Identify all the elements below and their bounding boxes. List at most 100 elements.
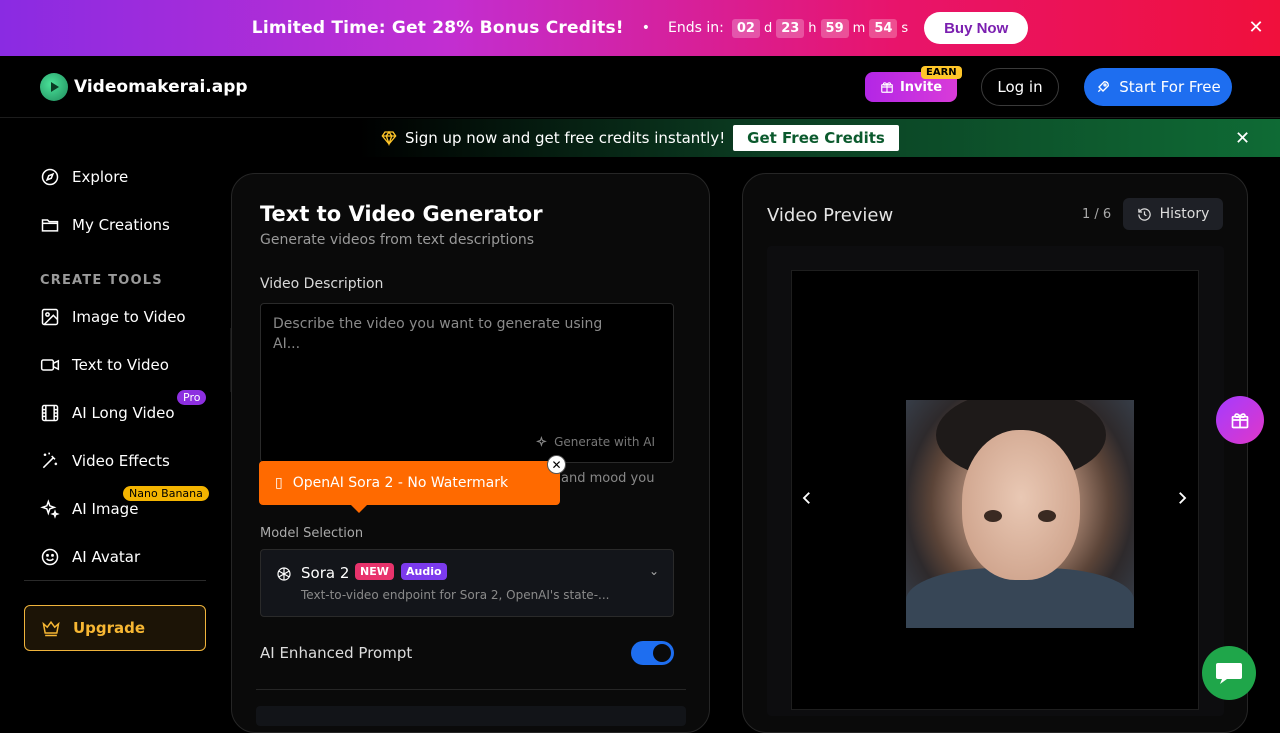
sidebar-item-label: My Creations bbox=[72, 216, 170, 234]
sidebar-item-ai-avatar[interactable]: AI Avatar bbox=[40, 547, 140, 567]
sidebar-divider bbox=[24, 580, 206, 581]
compass-icon bbox=[41, 168, 59, 186]
signup-banner: Sign up now and get free credits instant… bbox=[0, 119, 1280, 157]
tooltip-icon: ▯ bbox=[275, 475, 283, 491]
sidebar-item-image-to-video[interactable]: Image to Video bbox=[40, 307, 186, 327]
sidebar-item-label: Explore bbox=[72, 168, 129, 186]
sidebar-item-ai-image[interactable]: AI Image bbox=[40, 499, 138, 519]
model-select[interactable]: Sora 2 NEW Audio Text-to-video endpoint … bbox=[260, 549, 674, 617]
earn-badge: EARN bbox=[921, 66, 962, 79]
page-title: Text to Video Generator bbox=[260, 202, 543, 226]
chevron-down-icon: ⌄ bbox=[648, 564, 659, 578]
signup-text: Sign up now and get free credits instant… bbox=[405, 129, 726, 147]
gift-icon bbox=[1231, 413, 1249, 429]
pro-badge: Pro bbox=[177, 390, 207, 405]
video-preview-panel: Video Preview 1 / 6 History bbox=[742, 173, 1248, 733]
generate-with-ai-button[interactable]: Generate with AI bbox=[536, 435, 655, 449]
video-viewer bbox=[767, 246, 1224, 716]
video-description-input[interactable]: Describe the video you want to generate … bbox=[260, 303, 674, 463]
video-frame bbox=[791, 270, 1199, 710]
next-button[interactable] bbox=[1166, 482, 1198, 514]
countdown-unit-seconds: s bbox=[901, 20, 909, 36]
history-label: History bbox=[1159, 206, 1210, 222]
sidebar-item-text-to-video[interactable]: Text to Video bbox=[40, 355, 169, 375]
sidebar: Explore My Creations CREATE TOOLS Image … bbox=[0, 157, 230, 720]
crown-icon bbox=[42, 620, 60, 637]
toggle-knob bbox=[653, 644, 671, 662]
video-description-placeholder: Describe the video you want to generate … bbox=[273, 316, 603, 352]
sidebar-item-explore[interactable]: Explore bbox=[40, 167, 128, 187]
preview-page-count: 1 / 6 bbox=[1082, 207, 1112, 222]
new-badge: NEW bbox=[355, 563, 394, 580]
close-icon[interactable]: ✕ bbox=[1235, 128, 1250, 149]
openai-icon bbox=[277, 567, 291, 581]
sparkle-icon bbox=[536, 435, 547, 447]
promo-banner: Limited Time: Get 28% Bonus Credits! • E… bbox=[0, 0, 1280, 56]
description-hint: and mood you bbox=[561, 471, 655, 486]
chevron-right-icon bbox=[1179, 492, 1187, 504]
film-icon bbox=[41, 404, 59, 422]
sidebar-item-label: Video Effects bbox=[72, 452, 170, 470]
magic-wand-icon bbox=[42, 452, 58, 469]
login-button[interactable]: Log in bbox=[981, 68, 1059, 106]
generator-panel: Text to Video Generator Generate videos … bbox=[231, 173, 710, 733]
countdown-days: 02 bbox=[731, 18, 760, 38]
panel-divider bbox=[256, 689, 686, 690]
model-selection-label: Model Selection bbox=[260, 526, 364, 541]
preview-thumbnail[interactable] bbox=[906, 400, 1134, 628]
tooltip-text: OpenAI Sora 2 - No Watermark bbox=[292, 475, 509, 491]
section-title: CREATE TOOLS bbox=[40, 273, 163, 288]
panel-next-section bbox=[256, 706, 686, 726]
buy-now-button[interactable]: Buy Now bbox=[924, 12, 1029, 44]
history-button[interactable]: History bbox=[1123, 198, 1223, 230]
model-promo-tooltip[interactable]: ▯ OpenAI Sora 2 - No Watermark bbox=[259, 461, 560, 513]
close-icon[interactable]: ✕ bbox=[547, 455, 566, 474]
sidebar-item-label: AI Image bbox=[72, 500, 139, 518]
sidebar-item-label: Text to Video bbox=[72, 356, 169, 374]
logo[interactable]: Videomakerai.app bbox=[40, 73, 248, 101]
upgrade-button[interactable]: Upgrade bbox=[24, 605, 206, 651]
video-description-label: Video Description bbox=[260, 276, 384, 292]
promo-separator: • bbox=[641, 20, 650, 36]
countdown-label: Ends in: bbox=[668, 20, 724, 36]
sidebar-item-label: AI Avatar bbox=[72, 548, 141, 566]
countdown-minutes: 59 bbox=[820, 18, 849, 38]
sidebar-item-label: AI Long Video bbox=[72, 404, 175, 422]
invite-label: Invite bbox=[899, 79, 943, 95]
video-camera-icon bbox=[40, 359, 60, 371]
logo-text: Videomakerai.app bbox=[74, 77, 248, 97]
thumbnail-face bbox=[962, 430, 1080, 580]
smiley-icon bbox=[41, 548, 59, 566]
sidebar-item-ai-long-video[interactable]: AI Long Video bbox=[40, 403, 175, 423]
image-icon bbox=[41, 308, 59, 326]
logo-icon bbox=[40, 73, 68, 101]
sidebar-item-my-creations[interactable]: My Creations bbox=[40, 215, 170, 235]
chat-floating-button[interactable] bbox=[1202, 646, 1256, 700]
history-icon bbox=[1137, 207, 1151, 221]
sidebar-item-video-effects[interactable]: Video Effects bbox=[40, 451, 170, 471]
thumbnail-eye bbox=[1038, 510, 1056, 522]
close-icon[interactable]: ✕ bbox=[1246, 18, 1266, 38]
folder-icon bbox=[41, 219, 59, 232]
ai-enhanced-prompt-toggle[interactable] bbox=[631, 641, 674, 665]
start-for-free-label: Start For Free bbox=[1119, 78, 1221, 96]
model-description: Text-to-video endpoint for Sora 2, OpenA… bbox=[301, 588, 610, 602]
promo-title: Limited Time: Get 28% Bonus Credits! bbox=[251, 18, 624, 38]
countdown-unit-hours: h bbox=[808, 20, 817, 36]
model-name: Sora 2 bbox=[301, 564, 350, 582]
audio-badge: Audio bbox=[401, 563, 447, 580]
previous-button[interactable] bbox=[791, 482, 823, 514]
page-subtitle: Generate videos from text descriptions bbox=[260, 232, 535, 248]
sidebar-item-label: Image to Video bbox=[72, 308, 186, 326]
get-free-credits-button[interactable]: Get Free Credits bbox=[733, 125, 899, 151]
gift-icon bbox=[881, 82, 893, 93]
thumbnail-eye bbox=[984, 510, 1002, 522]
chat-icon bbox=[1216, 663, 1242, 684]
sparkle-icon bbox=[40, 499, 60, 519]
gift-floating-button[interactable] bbox=[1216, 396, 1264, 444]
countdown-seconds: 54 bbox=[869, 18, 898, 38]
start-for-free-button[interactable]: Start For Free bbox=[1084, 68, 1232, 106]
generate-with-ai-label: Generate with AI bbox=[554, 435, 655, 449]
countdown-hours: 23 bbox=[776, 18, 805, 38]
preview-title: Video Preview bbox=[767, 205, 894, 226]
